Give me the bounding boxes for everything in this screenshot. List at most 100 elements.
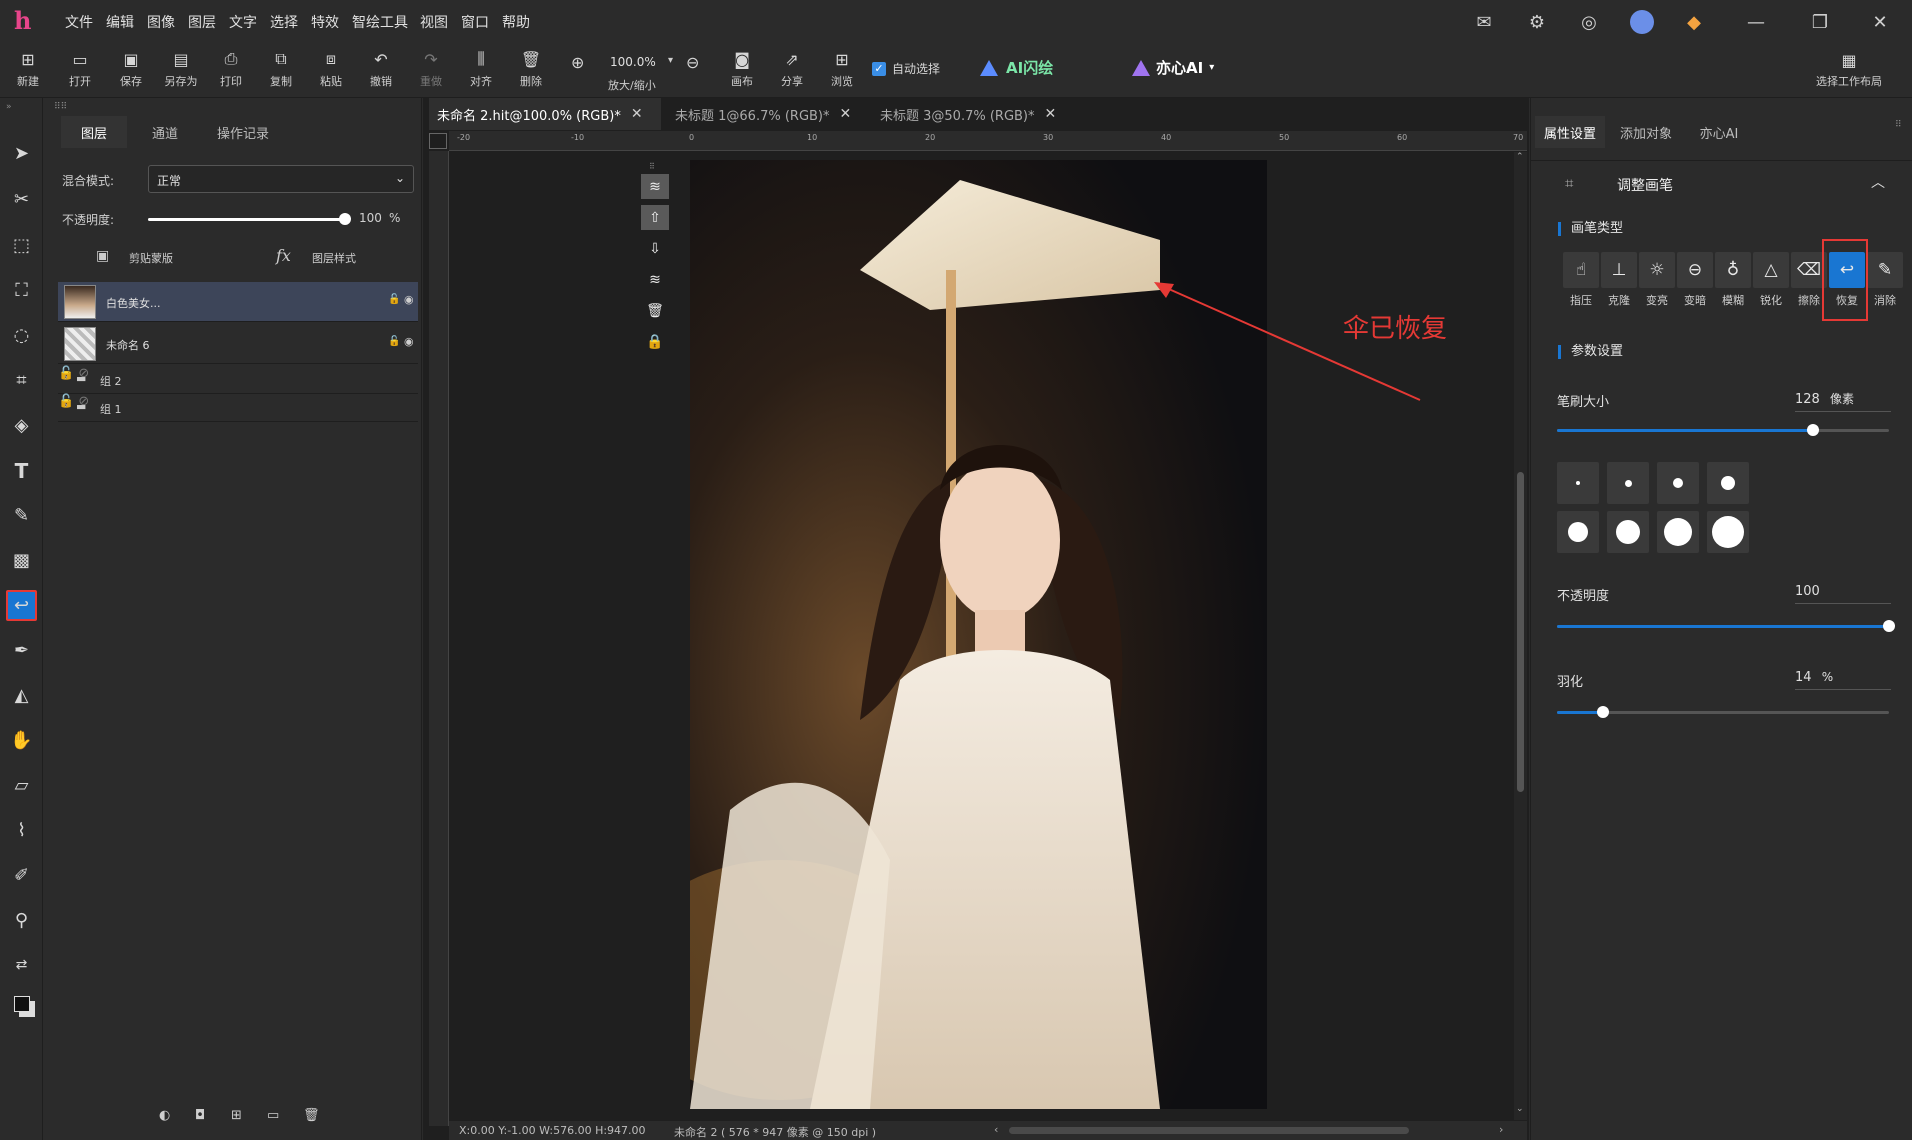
layer-row[interactable]: 未命名 6 🔓 ◉ — [58, 324, 418, 364]
brush-preset-8[interactable] — [1707, 511, 1749, 553]
workspace-layout-button[interactable]: ▦ 选择工作布局 — [1816, 51, 1882, 89]
smart-select-icon[interactable]: ⛶ — [6, 275, 37, 306]
restore-brush-tool-icon[interactable]: ↩ — [6, 590, 37, 621]
transform-icon[interactable]: ▱ — [6, 770, 37, 801]
layer-row[interactable]: 白色美女... 🔓 ◉ — [58, 282, 418, 322]
copy-button[interactable]: ⧉ 复制 — [258, 49, 304, 95]
swap-colors-icon[interactable]: ⇄ — [6, 949, 37, 980]
brush-preset-1[interactable] — [1557, 462, 1599, 504]
fill-bucket-icon[interactable]: ◈ — [6, 410, 37, 441]
mail-icon[interactable]: ✉ — [1470, 8, 1498, 36]
print-button[interactable]: ⎙ 打印 — [208, 49, 254, 95]
brush-type-remove[interactable]: ✎ 消除 — [1866, 252, 1904, 312]
visibility-eye-icon[interactable]: ◉ — [404, 335, 414, 348]
opacity-field[interactable]: 100 — [1795, 584, 1891, 604]
close-tab-icon[interactable]: ✕ — [840, 106, 852, 122]
menu-image[interactable]: 图像 — [147, 12, 175, 32]
brush-size-field[interactable]: 128 像素 — [1795, 390, 1891, 412]
tab-yixin-ai[interactable]: 亦心AI — [1689, 116, 1749, 148]
clip-mask-icon[interactable]: ▣ — [96, 248, 109, 264]
layer-style-label[interactable]: 图层样式 — [312, 250, 356, 266]
tab-properties[interactable]: 属性设置 — [1535, 116, 1605, 148]
brush-type-clone[interactable]: ⊥ 克隆 — [1600, 252, 1638, 312]
magic-cut-icon[interactable]: ✂ — [6, 184, 37, 215]
feather-field[interactable]: 14 % — [1795, 670, 1891, 690]
paint-brush-icon[interactable]: ⌇ — [6, 815, 37, 846]
menu-window[interactable]: 窗口 — [461, 12, 489, 32]
lasso-icon[interactable]: ◌ — [6, 320, 37, 351]
crop-icon[interactable]: ⌗ — [6, 365, 37, 396]
mosaic-icon[interactable]: ▩ — [6, 545, 37, 576]
opacity-slider-track[interactable] — [148, 218, 344, 221]
new-layer-icon[interactable]: ⊞ — [231, 1108, 242, 1123]
tab-layers[interactable]: 图层 — [61, 116, 127, 148]
canvas-button[interactable]: ◙ 画布 — [719, 49, 765, 95]
adjustment-layer-icon[interactable]: ◐ — [159, 1108, 170, 1123]
menu-effects[interactable]: 特效 — [311, 12, 339, 32]
group-row[interactable]: › ▬ 组 1 🔓 ⊘ — [58, 394, 418, 422]
lock-icon[interactable]: 🔒 — [641, 329, 669, 354]
save-as-button[interactable]: ▤ 另存为 — [158, 49, 204, 95]
minimize-icon[interactable]: — — [1742, 8, 1770, 36]
doc-tab-active[interactable]: 未命名 2.hit@100.0% (RGB)* ✕ — [429, 98, 661, 130]
brush-type-brighten[interactable]: ☼ 变亮 — [1638, 252, 1676, 312]
scroll-right-icon[interactable]: › — [1499, 1123, 1503, 1136]
doc-tab[interactable]: 未标题 3@50.7% (RGB)* ✕ — [872, 98, 1080, 130]
vertical-scrollbar[interactable]: ⌃ ⌄ — [1514, 152, 1527, 1120]
share-button[interactable]: ⇗ 分享 — [769, 49, 815, 95]
menu-help[interactable]: 帮助 — [502, 12, 530, 32]
brush-type-darken[interactable]: ⊖ 变暗 — [1676, 252, 1714, 312]
scroll-down-icon[interactable]: ⌄ — [1516, 1104, 1524, 1114]
menu-file[interactable]: 文件 — [65, 12, 93, 32]
opacity-slider-knob[interactable] — [339, 213, 351, 225]
delete-layer-icon[interactable]: 🗑 — [641, 298, 669, 323]
menu-smart-draw[interactable]: 智绘工具 — [352, 12, 408, 32]
brush-preset-4[interactable] — [1707, 462, 1749, 504]
brush-type-sharpen[interactable]: △ 锐化 — [1752, 252, 1790, 312]
compass-icon[interactable]: ◎ — [1575, 8, 1603, 36]
scroll-left-icon[interactable]: ‹ — [994, 1123, 998, 1136]
undo-button[interactable]: ↶ 撤销 — [358, 49, 404, 95]
brush-preset-2[interactable] — [1607, 462, 1649, 504]
menu-select[interactable]: 选择 — [270, 12, 298, 32]
collapse-icon[interactable]: » — [6, 102, 12, 112]
pen-icon[interactable]: ✒ — [6, 635, 37, 666]
expand-arrow-icon[interactable]: › — [64, 400, 68, 411]
menu-edit[interactable]: 编辑 — [106, 12, 134, 32]
fx-icon[interactable]: fx — [276, 246, 291, 265]
browse-button[interactable]: ⊞ 浏览 — [819, 49, 865, 95]
unlock-icon[interactable]: 🔓 — [388, 336, 400, 347]
close-tab-icon[interactable]: ✕ — [1045, 106, 1057, 122]
brush-type-smudge[interactable]: ☝ 指压 — [1562, 252, 1600, 312]
opacity-value[interactable]: 100 — [359, 211, 382, 225]
move-down-icon[interactable]: ⇩ — [641, 236, 669, 261]
add-mask-icon[interactable]: ◘ — [195, 1108, 205, 1123]
opacity-slider-knob[interactable] — [1883, 620, 1895, 632]
save-button[interactable]: ▣ 保存 — [108, 49, 154, 95]
align-button[interactable]: ⫼ 对齐 — [458, 49, 504, 95]
hand-icon[interactable]: ✋ — [6, 725, 37, 756]
doc-tab[interactable]: 未标题 1@66.7% (RGB)* ✕ — [667, 98, 875, 130]
tab-history[interactable]: 操作记录 — [204, 116, 282, 148]
shape-icon[interactable]: ◭ — [6, 680, 37, 711]
highlighter-icon[interactable]: ✐ — [6, 860, 37, 891]
brush-preset-6[interactable] — [1607, 511, 1649, 553]
send-to-back-icon[interactable]: ≋ — [641, 267, 669, 292]
feather-slider-knob[interactable] — [1597, 706, 1609, 718]
new-group-folder-icon[interactable]: ▭ — [267, 1108, 279, 1123]
tab-add-object[interactable]: 添加对象 — [1611, 116, 1681, 148]
tab-channels[interactable]: 通道 — [132, 116, 198, 148]
delete-layer-icon[interactable]: 🗑 — [303, 1108, 320, 1123]
zoom-out-icon[interactable]: ⊖ — [686, 53, 699, 72]
open-button[interactable]: ▭ 打开 — [57, 49, 103, 95]
eyedropper-icon[interactable]: ⚲ — [6, 905, 37, 936]
zoom-value[interactable]: 100.0% — [610, 55, 656, 69]
yixin-ai-button[interactable]: 亦心AI ▾ — [1132, 57, 1214, 78]
color-swatch-icon[interactable] — [6, 988, 37, 1019]
move-arrow-icon[interactable]: ➤ — [6, 138, 37, 169]
menu-layer[interactable]: 图层 — [188, 12, 216, 32]
avatar[interactable] — [1628, 8, 1656, 36]
brush-icon[interactable]: ✎ — [6, 500, 37, 531]
brush-preset-3[interactable] — [1657, 462, 1699, 504]
unlock-icon[interactable]: 🔓 — [388, 294, 400, 305]
